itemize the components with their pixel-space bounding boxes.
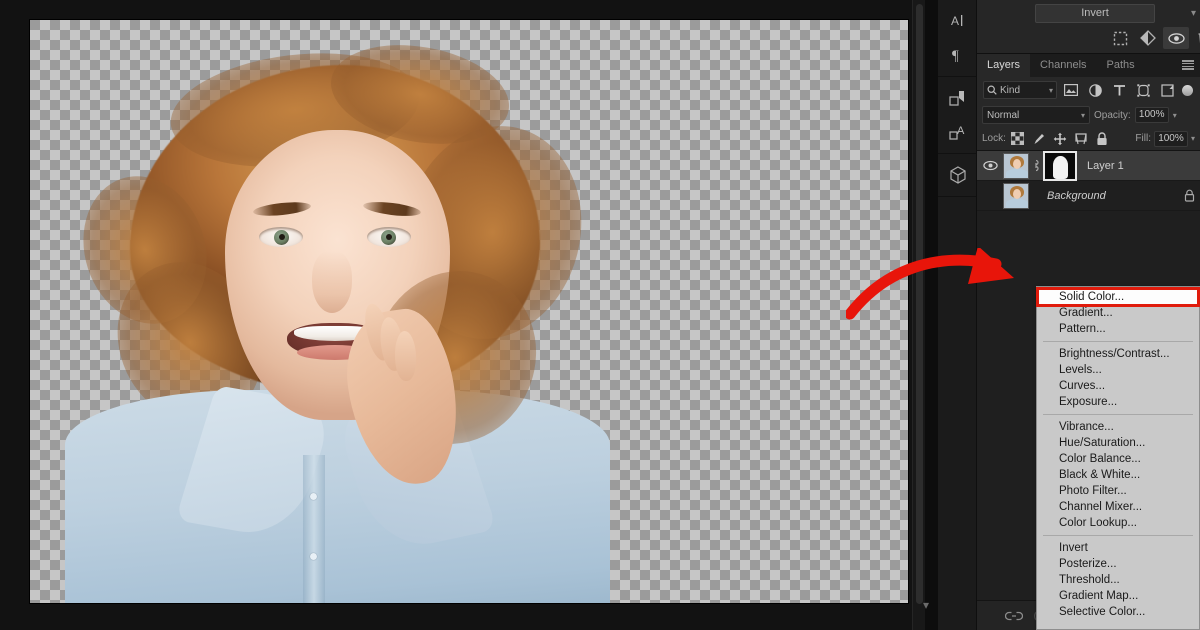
menu-item-hue-saturation[interactable]: Hue/Saturation...	[1037, 435, 1199, 451]
lock-artboard-nesting-icon[interactable]	[1072, 130, 1090, 148]
smart-object-filter-icon[interactable]	[1157, 81, 1177, 99]
nose	[312, 251, 352, 313]
rail-glyphs-panel[interactable]: A	[938, 115, 977, 149]
shirt-button	[310, 493, 317, 500]
properties-masks-strip: Invert ▾	[977, 0, 1200, 54]
blend-mode-select[interactable]: Normal ▾	[982, 106, 1090, 124]
menu-item-color-balance[interactable]: Color Balance...	[1037, 451, 1199, 467]
menu-item-color-lookup[interactable]: Color Lookup...	[1037, 515, 1199, 531]
lock-image-pixels-icon[interactable]	[1030, 130, 1048, 148]
photoshop-window: ▾ A ¶ A Invert ▾ Layers Channels Paths K…	[0, 0, 1200, 630]
type-layer-filter-icon[interactable]	[1109, 81, 1129, 99]
fill-label: Fill:	[1135, 133, 1151, 144]
subject-photo	[64, 32, 610, 603]
filter-enable-toggle[interactable]	[1182, 84, 1193, 96]
menu-item-solid-color[interactable]: Solid Color...	[1037, 289, 1199, 305]
svg-text:¶: ¶	[952, 48, 959, 64]
adjustment-layer-filter-icon[interactable]	[1085, 81, 1105, 99]
menu-separator	[1043, 341, 1193, 342]
new-fill-or-adjustment-layer-menu[interactable]: Solid Color... Gradient... Pattern... Br…	[1036, 286, 1200, 630]
chevron-down-icon: ▾	[1080, 110, 1085, 120]
menu-item-threshold[interactable]: Threshold...	[1037, 572, 1199, 588]
lock-position-icon[interactable]	[1051, 130, 1069, 148]
tab-paths[interactable]: Paths	[1097, 54, 1145, 77]
menu-item-invert[interactable]: Invert	[1037, 540, 1199, 556]
mask-action-icons	[1107, 26, 1200, 50]
menu-item-levels[interactable]: Levels...	[1037, 362, 1199, 378]
filter-kind-label: Kind	[1000, 84, 1021, 96]
menu-item-gradient-map[interactable]: Gradient Map...	[1037, 588, 1199, 604]
rail-group-3d	[938, 154, 976, 197]
pupil-right	[386, 234, 392, 240]
svg-text:A: A	[957, 125, 965, 137]
svg-text:A: A	[951, 14, 959, 28]
shirt-button	[310, 553, 317, 560]
menu-separator	[1043, 535, 1193, 536]
opacity-input[interactable]: 100%	[1134, 107, 1169, 123]
red-curved-arrow	[846, 248, 1014, 320]
menu-item-vibrance[interactable]: Vibrance...	[1037, 419, 1199, 435]
layer-lock-row: Lock: Fill: 100% ▾	[977, 127, 1200, 151]
chevron-down-icon[interactable]: ▾	[918, 597, 934, 613]
menu-item-gradient[interactable]: Gradient...	[1037, 305, 1199, 321]
shirt-placket	[303, 455, 325, 603]
search-icon	[987, 85, 997, 95]
shape-layer-filter-icon[interactable]	[1133, 81, 1153, 99]
toggle-mask-visibility-icon[interactable]	[1163, 27, 1189, 49]
blend-mode-row: Normal ▾ Opacity: 100% ▾	[977, 103, 1200, 127]
blend-mode-value: Normal	[987, 109, 1020, 121]
pixel-layer-filter-icon[interactable]	[1061, 81, 1081, 99]
table-row[interactable]: Background	[977, 181, 1200, 211]
layer-visibility-toggle[interactable]	[977, 160, 1003, 171]
invert-button[interactable]: Invert	[1035, 4, 1155, 23]
panel-menu-icon[interactable]	[1182, 60, 1194, 70]
lock-label: Lock:	[982, 133, 1006, 144]
menu-item-pattern[interactable]: Pattern...	[1037, 321, 1199, 337]
delete-mask-icon[interactable]	[1191, 27, 1200, 49]
menu-item-curves[interactable]: Curves...	[1037, 378, 1199, 394]
pupil-left	[279, 234, 285, 240]
select-subject-icon[interactable]	[1107, 27, 1133, 49]
tab-channels[interactable]: Channels	[1030, 54, 1096, 77]
rail-group-comps: A	[938, 77, 976, 154]
chevron-down-icon: ▾	[1048, 85, 1053, 95]
fill-input[interactable]: 100%	[1153, 130, 1188, 147]
shirt	[65, 390, 610, 603]
layer-thumbnail[interactable]	[1003, 182, 1029, 209]
tab-layers[interactable]: Layers	[977, 54, 1031, 77]
menu-separator	[1043, 414, 1193, 415]
menu-item-exposure[interactable]: Exposure...	[1037, 394, 1199, 410]
opacity-label: Opacity:	[1094, 109, 1131, 121]
menu-item-channel-mixer[interactable]: Channel Mixer...	[1037, 499, 1199, 515]
opacity-chevron-down-icon[interactable]: ▾	[1173, 111, 1177, 120]
menu-item-black-and-white[interactable]: Black & White...	[1037, 467, 1199, 483]
panel-tab-bar: Layers Channels Paths	[977, 54, 1200, 77]
document-canvas[interactable]	[30, 20, 908, 603]
link-mask-icon[interactable]	[1029, 159, 1043, 172]
layer-locked-icon	[1178, 189, 1200, 202]
mask-options-icon[interactable]	[1135, 27, 1161, 49]
layer-filter-row: Kind ▾	[977, 77, 1200, 103]
rail-group-type: A ¶	[938, 0, 976, 77]
fill-chevron-down-icon[interactable]: ▾	[1191, 134, 1195, 143]
layer-name[interactable]: Background	[1029, 190, 1178, 202]
lock-all-icon[interactable]	[1093, 130, 1111, 148]
canvas-area[interactable]: ▾	[0, 0, 929, 630]
link-layers-icon[interactable]	[1005, 611, 1023, 621]
lock-transparent-pixels-icon[interactable]	[1009, 130, 1027, 148]
chevron-down-icon[interactable]: ▾	[1191, 8, 1196, 19]
menu-item-photo-filter[interactable]: Photo Filter...	[1037, 483, 1199, 499]
table-row[interactable]: Layer 1	[977, 150, 1200, 181]
menu-item-posterize[interactable]: Posterize...	[1037, 556, 1199, 572]
rail-paragraph-panel[interactable]: ¶	[938, 38, 977, 72]
rail-layer-comps-panel[interactable]	[938, 81, 977, 115]
layer-thumbnail[interactable]	[1003, 152, 1029, 179]
layer-name[interactable]: Layer 1	[1075, 160, 1200, 172]
rail-3d-panel[interactable]	[938, 158, 977, 192]
filter-kind-select[interactable]: Kind ▾	[983, 81, 1057, 99]
layer-mask-thumbnail[interactable]	[1043, 150, 1077, 181]
rail-character-panel[interactable]: A	[938, 4, 977, 38]
menu-item-selective-color[interactable]: Selective Color...	[1037, 604, 1199, 620]
menu-item-brightness-contrast[interactable]: Brightness/Contrast...	[1037, 346, 1199, 362]
